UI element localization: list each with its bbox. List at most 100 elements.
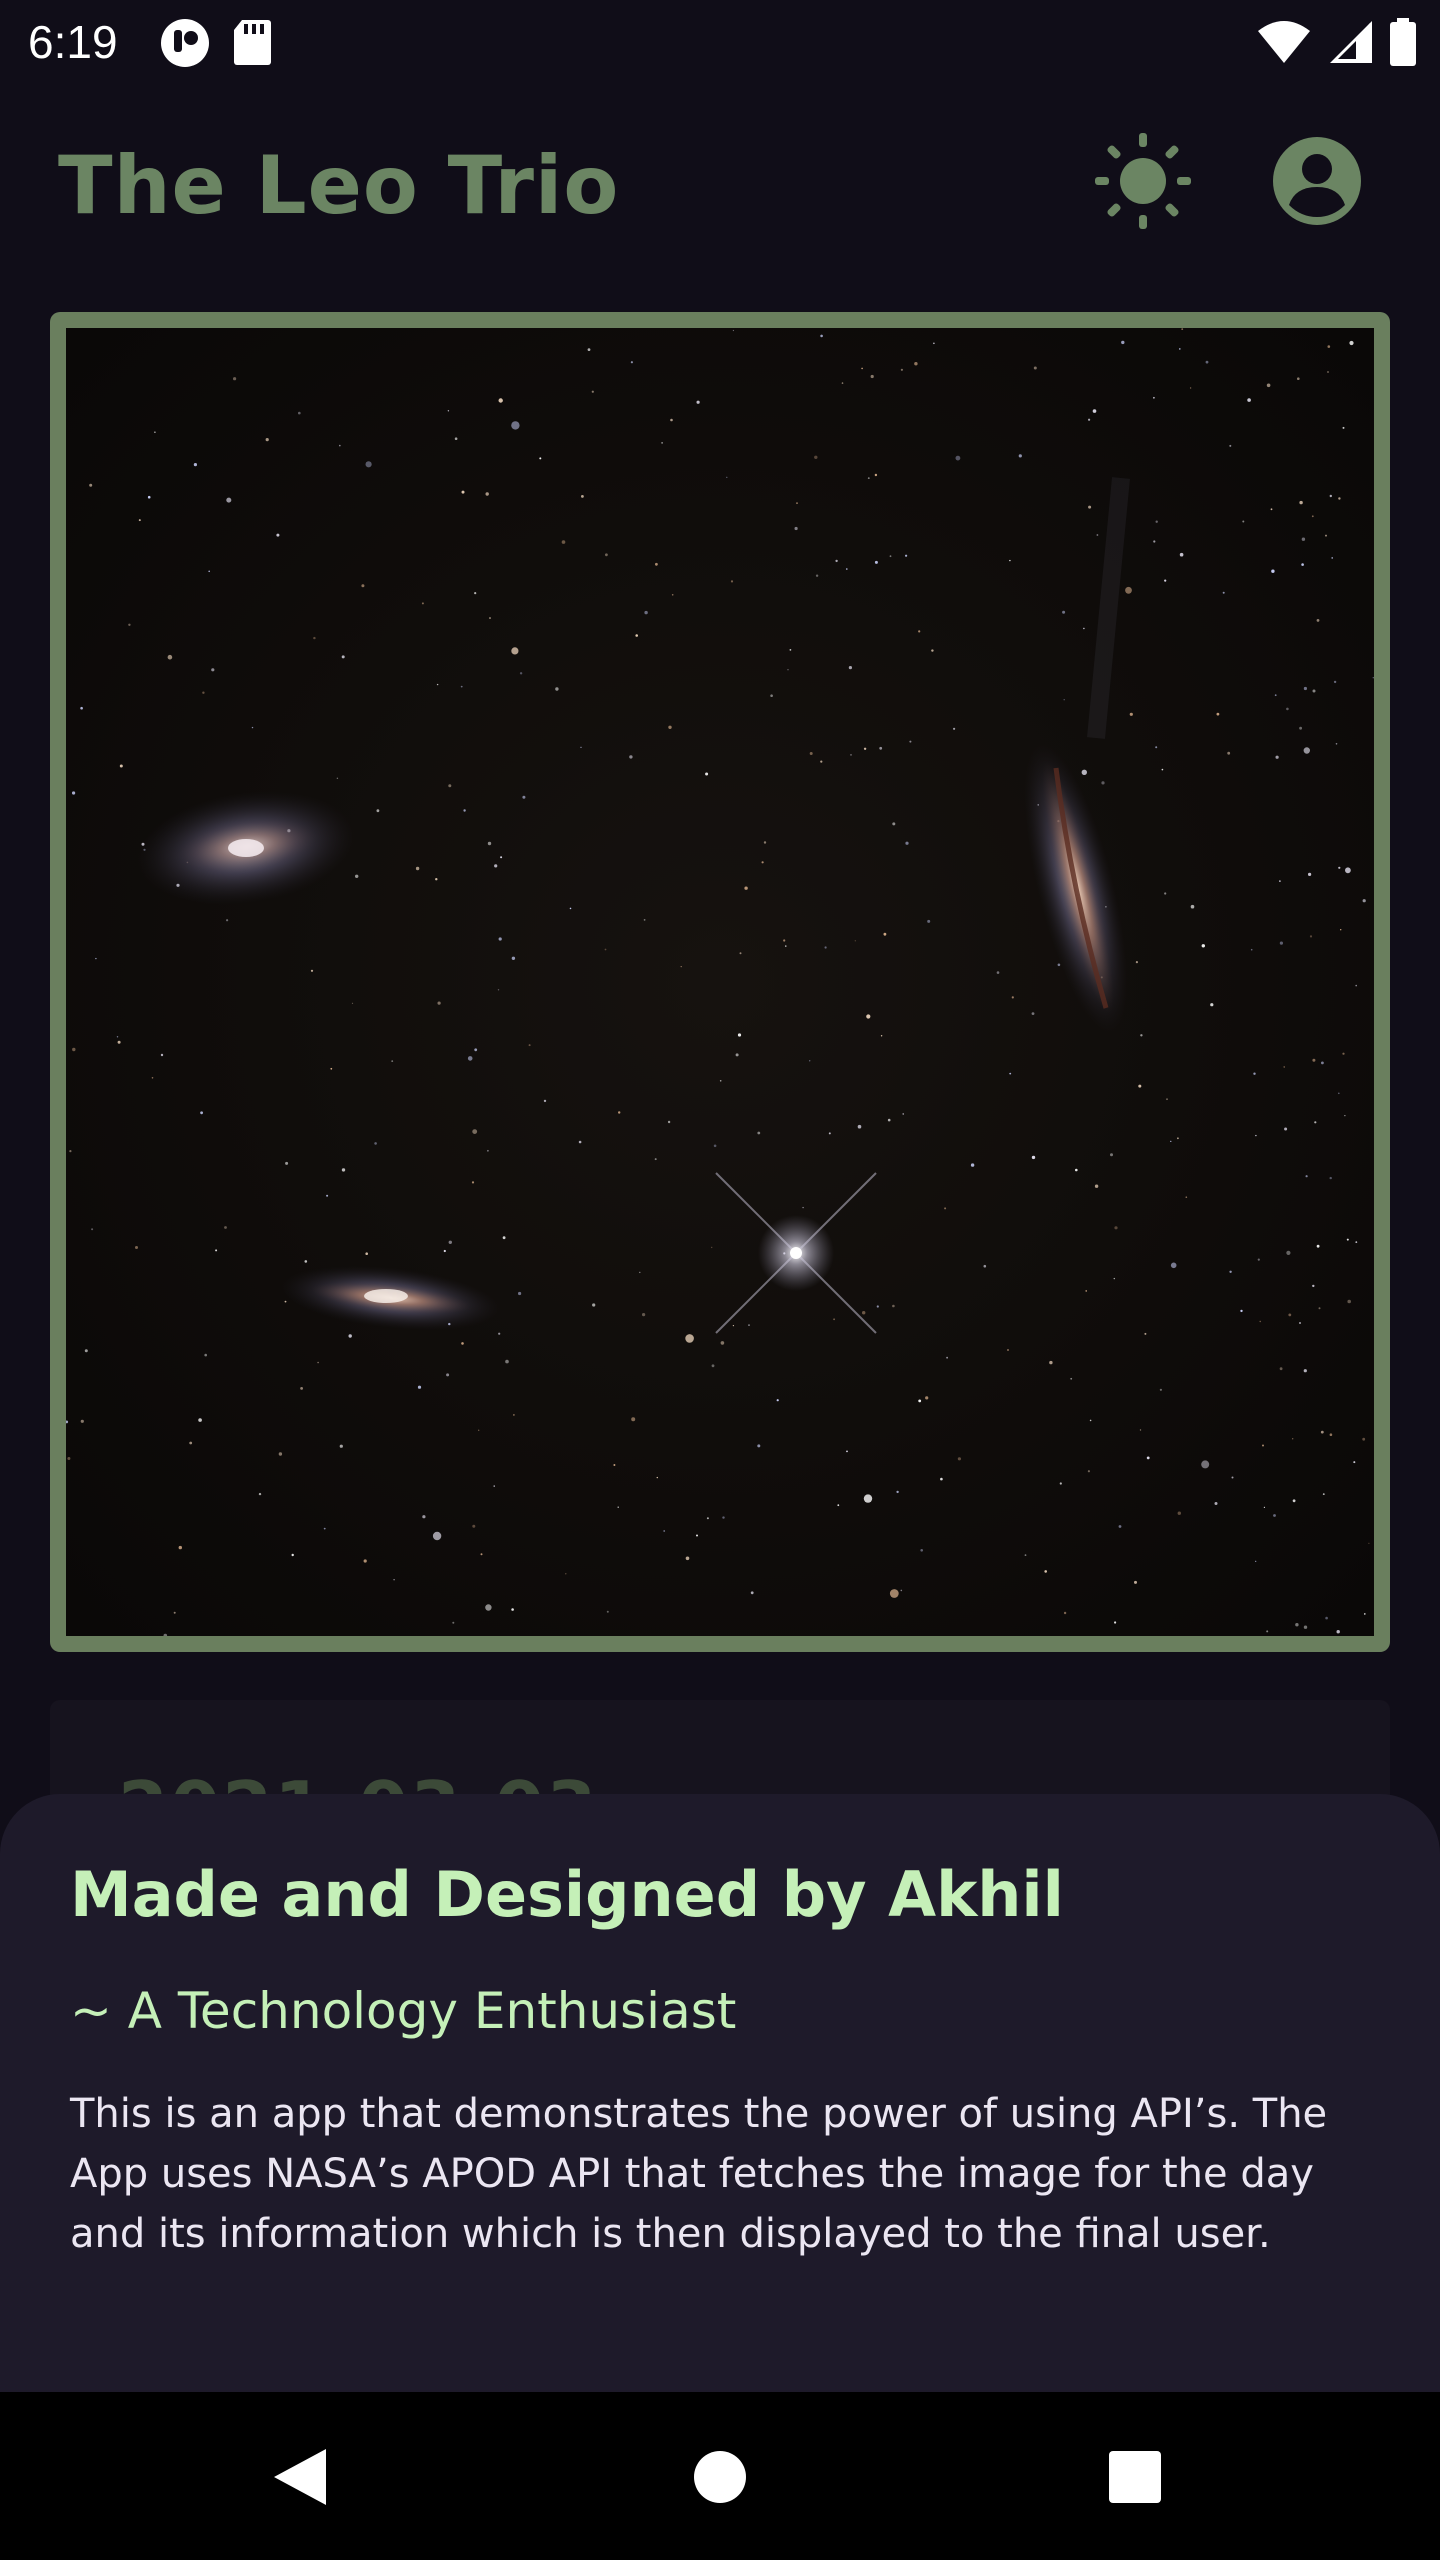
star <box>1336 1630 1340 1634</box>
star <box>1189 387 1192 389</box>
star <box>1299 1322 1301 1324</box>
star <box>1325 534 1327 537</box>
star <box>89 483 93 487</box>
star <box>178 1545 182 1550</box>
star <box>1346 1238 1349 1241</box>
back-button[interactable] <box>255 2432 345 2522</box>
star <box>1338 1092 1340 1095</box>
star <box>1253 1072 1256 1075</box>
star <box>1227 751 1231 755</box>
star <box>581 495 584 498</box>
theme-toggle-button[interactable] <box>1090 128 1196 234</box>
account-button[interactable] <box>1266 130 1368 232</box>
star <box>1270 508 1273 511</box>
star <box>474 592 477 595</box>
star <box>867 477 870 479</box>
leo-trio-galaxy-image <box>66 328 1374 1636</box>
star <box>313 636 316 640</box>
about-description: This is an app that demonstrates the pow… <box>70 2091 1328 2257</box>
star <box>737 1033 742 1037</box>
star <box>711 1364 715 1368</box>
star <box>471 1181 475 1184</box>
star <box>505 1359 509 1364</box>
status-time: 6:19 <box>28 16 118 68</box>
star <box>1318 1307 1321 1310</box>
star <box>761 861 764 864</box>
apod-image[interactable] <box>50 312 1390 1652</box>
star <box>900 368 904 371</box>
star <box>1166 1098 1168 1101</box>
star <box>1088 505 1092 509</box>
star <box>1329 1176 1332 1180</box>
star <box>696 400 700 404</box>
star <box>1266 383 1271 388</box>
star <box>1229 444 1232 447</box>
star <box>341 655 345 659</box>
star <box>500 856 503 859</box>
star <box>1155 746 1158 749</box>
star <box>578 1140 582 1144</box>
home-button[interactable] <box>675 2432 765 2522</box>
star <box>67 1457 71 1460</box>
star <box>1177 1137 1179 1140</box>
star <box>117 1040 121 1044</box>
star <box>72 1047 76 1052</box>
star <box>706 1517 709 1520</box>
star <box>670 418 673 422</box>
star <box>348 1334 352 1338</box>
star <box>432 1531 442 1541</box>
star <box>1303 747 1311 754</box>
star <box>365 1252 369 1255</box>
recents-icon <box>1109 2451 1161 2503</box>
star <box>613 1464 616 1466</box>
star <box>1011 996 1014 999</box>
star <box>1161 768 1164 771</box>
star <box>1368 1542 1370 1544</box>
about-subtitle: ~ A Technology Enthusiast <box>70 1982 737 2040</box>
star <box>1087 1470 1090 1473</box>
star <box>300 1387 303 1390</box>
notification-app-icon <box>160 18 210 72</box>
star <box>435 878 438 881</box>
star <box>732 329 735 332</box>
star <box>925 1396 929 1400</box>
star <box>1297 377 1300 380</box>
star <box>1231 1476 1234 1479</box>
star <box>1138 1084 1142 1088</box>
star <box>480 1553 483 1556</box>
star <box>511 647 519 655</box>
star <box>339 1444 343 1448</box>
star <box>497 989 500 991</box>
star <box>448 1240 452 1244</box>
star <box>605 553 608 557</box>
wifi-icon <box>1256 19 1312 69</box>
star <box>739 952 742 955</box>
star <box>1057 963 1061 967</box>
star <box>1049 1360 1053 1365</box>
star <box>744 886 748 890</box>
battery-icon <box>1388 18 1418 70</box>
star <box>874 473 878 477</box>
star <box>1286 707 1289 711</box>
star <box>376 809 380 813</box>
star <box>72 791 76 795</box>
star <box>1101 781 1105 785</box>
star <box>116 1036 119 1038</box>
star <box>902 1113 904 1115</box>
star <box>824 946 827 949</box>
status-system-icons <box>1256 18 1418 70</box>
star <box>876 1305 879 1308</box>
star <box>1134 1580 1137 1584</box>
star <box>1110 1153 1113 1157</box>
star <box>1153 540 1156 543</box>
star <box>1170 1262 1177 1269</box>
star <box>211 668 215 672</box>
recents-button[interactable] <box>1090 2432 1180 2522</box>
star <box>785 945 787 947</box>
star <box>569 907 572 910</box>
star <box>1185 1196 1188 1198</box>
star <box>661 442 663 444</box>
star <box>814 455 818 459</box>
about-bottom-sheet[interactable]: Made and Designed by Akhil ~ A Technolog… <box>0 1794 1440 2392</box>
star <box>1262 1444 1264 1447</box>
